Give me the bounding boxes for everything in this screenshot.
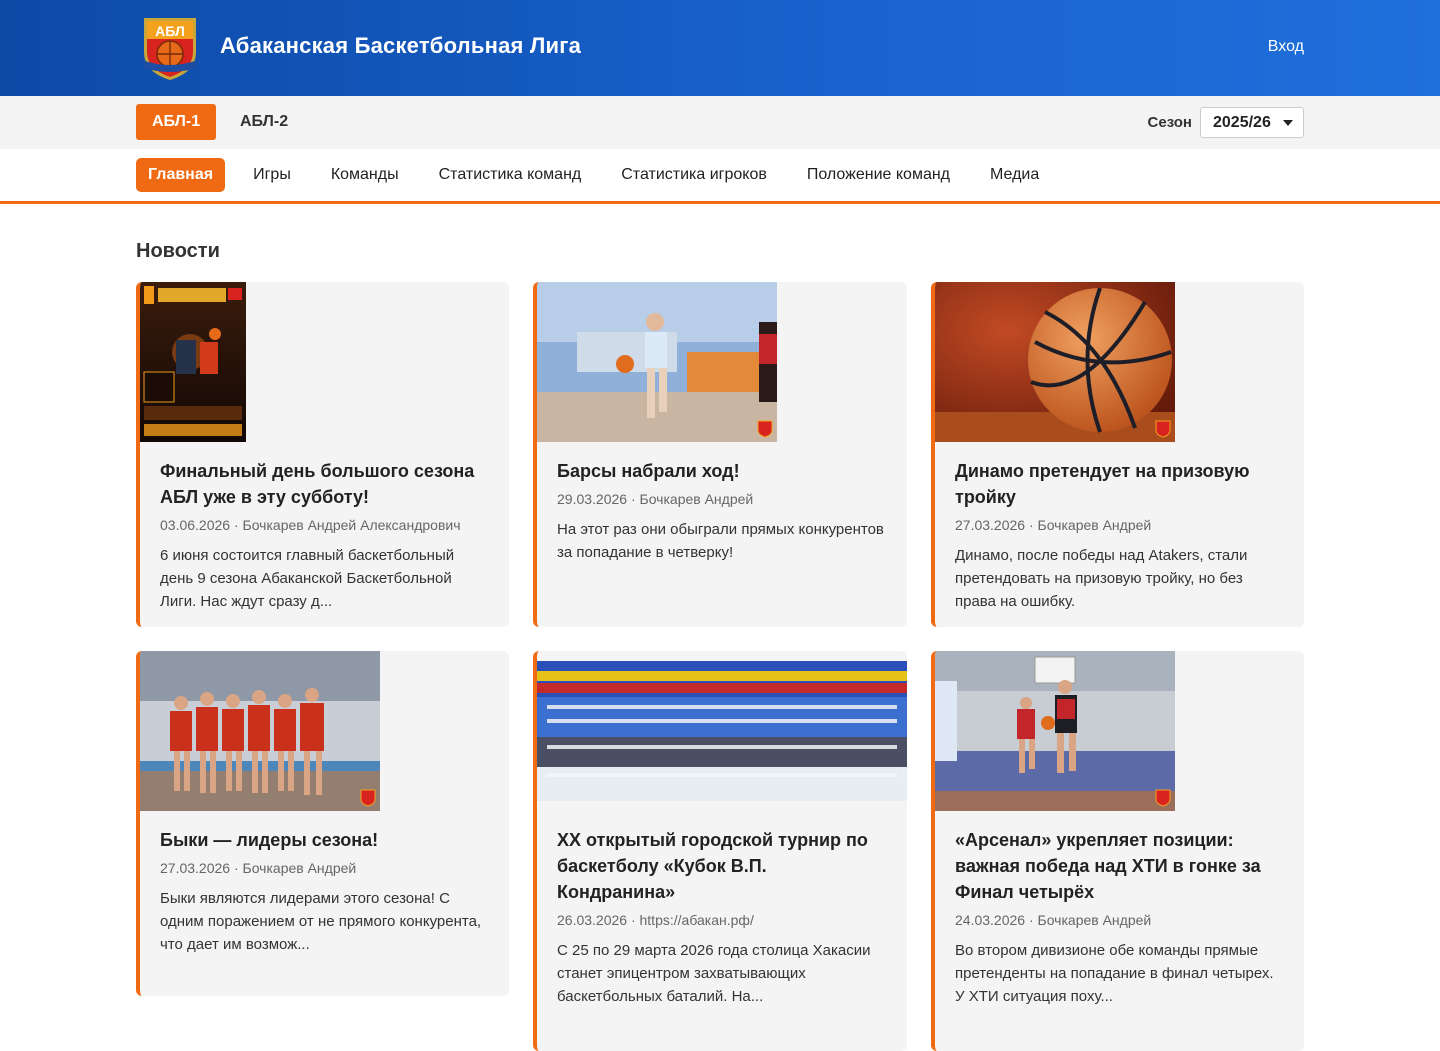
news-title[interactable]: Барсы набрали ход! xyxy=(557,458,887,484)
nav-item-media[interactable]: Медиа xyxy=(978,158,1051,192)
abl-badge-icon xyxy=(360,789,376,807)
news-image xyxy=(537,282,907,442)
news-card[interactable]: Барсы набрали ход! 29.03.2026 · Бочкарев… xyxy=(533,282,907,627)
news-section-title: Новости xyxy=(136,240,220,262)
svg-text:АБЛ: АБЛ xyxy=(155,23,185,39)
news-meta: 26.03.2026 · https://абакан.рф/ xyxy=(557,912,754,928)
news-card[interactable]: Динамо претендует на призовую тройку 27.… xyxy=(931,282,1304,627)
news-meta: 29.03.2026 · Бочкарев Андрей xyxy=(557,491,754,507)
news-excerpt: Во втором дивизионе обе команды прямые п… xyxy=(955,942,1274,1005)
league-tab-abl2[interactable]: АБЛ-2 xyxy=(224,104,304,140)
news-meta: 24.03.2026 · Бочкарев Андрей xyxy=(955,912,1152,928)
login-link[interactable]: Вход xyxy=(1268,38,1304,56)
league-bar: АБЛ-1 АБЛ-2 Сезон 2025/26 xyxy=(0,96,1440,149)
season-label: Сезон xyxy=(1147,114,1192,131)
abl-badge-icon xyxy=(1155,789,1171,807)
news-excerpt: 6 июня состоится главный баскетбольный д… xyxy=(160,547,455,610)
news-title[interactable]: Финальный день большого сезона АБЛ уже в… xyxy=(160,458,489,510)
news-title[interactable]: Быки — лидеры сезона! xyxy=(160,827,489,853)
season-select[interactable]: 2025/26 xyxy=(1200,107,1304,138)
nav-item-player-stats[interactable]: Статистика игроков xyxy=(609,158,779,192)
nav-item-games[interactable]: Игры xyxy=(241,158,303,192)
league-tab-abl1[interactable]: АБЛ-1 xyxy=(136,104,217,140)
site-header: АБЛ Абаканская Баскетбольная Лига Вход xyxy=(0,0,1440,96)
news-title[interactable]: «Арсенал» укрепляет позиции: важная побе… xyxy=(955,827,1284,905)
news-meta: 03.06.2026 · Бочкарев Андрей Александров… xyxy=(160,517,461,533)
news-excerpt: Динамо, после победы над Atakers, стали … xyxy=(955,547,1248,610)
news-grid: Финальный день большого сезона АБЛ уже в… xyxy=(136,282,1304,1051)
news-excerpt: На этот раз они обыграли прямых конкурен… xyxy=(557,521,884,561)
news-title[interactable]: Динамо претендует на призовую тройку xyxy=(955,458,1284,510)
news-image xyxy=(935,282,1304,442)
abl-badge-icon xyxy=(1155,420,1171,438)
nav-item-team-stats[interactable]: Статистика команд xyxy=(427,158,594,192)
news-title[interactable]: XX открытый городской турнир по баскетбо… xyxy=(557,827,887,905)
news-card[interactable]: Финальный день большого сезона АБЛ уже в… xyxy=(136,282,509,627)
news-card[interactable]: XX открытый городской турнир по баскетбо… xyxy=(533,651,907,1051)
abl-logo[interactable]: АБЛ xyxy=(136,12,204,82)
main-nav: Главная Игры Команды Статистика команд С… xyxy=(0,149,1440,204)
news-card[interactable]: «Арсенал» укрепляет позиции: важная побе… xyxy=(931,651,1304,1051)
abl-badge-icon xyxy=(757,420,773,438)
news-meta: 27.03.2026 · Бочкарев Андрей xyxy=(160,860,357,876)
news-image xyxy=(935,651,1304,811)
news-image xyxy=(140,651,509,811)
site-title[interactable]: Абаканская Баскетбольная Лига xyxy=(220,33,581,59)
news-excerpt: Быки являются лидерами этого сезона! С о… xyxy=(160,890,482,953)
news-card[interactable]: Быки — лидеры сезона! 27.03.2026 · Бочка… xyxy=(136,651,509,996)
season-value: 2025/26 xyxy=(1213,114,1271,131)
news-excerpt: С 25 по 29 марта 2026 года столица Хакас… xyxy=(557,942,871,1005)
nav-item-standings[interactable]: Положение команд xyxy=(795,158,962,192)
chevron-down-icon xyxy=(1283,120,1293,126)
nav-item-teams[interactable]: Команды xyxy=(319,158,411,192)
nav-item-home[interactable]: Главная xyxy=(136,158,226,192)
news-image xyxy=(537,651,907,811)
news-image xyxy=(140,282,509,442)
news-meta: 27.03.2026 · Бочкарев Андрей xyxy=(955,517,1152,533)
